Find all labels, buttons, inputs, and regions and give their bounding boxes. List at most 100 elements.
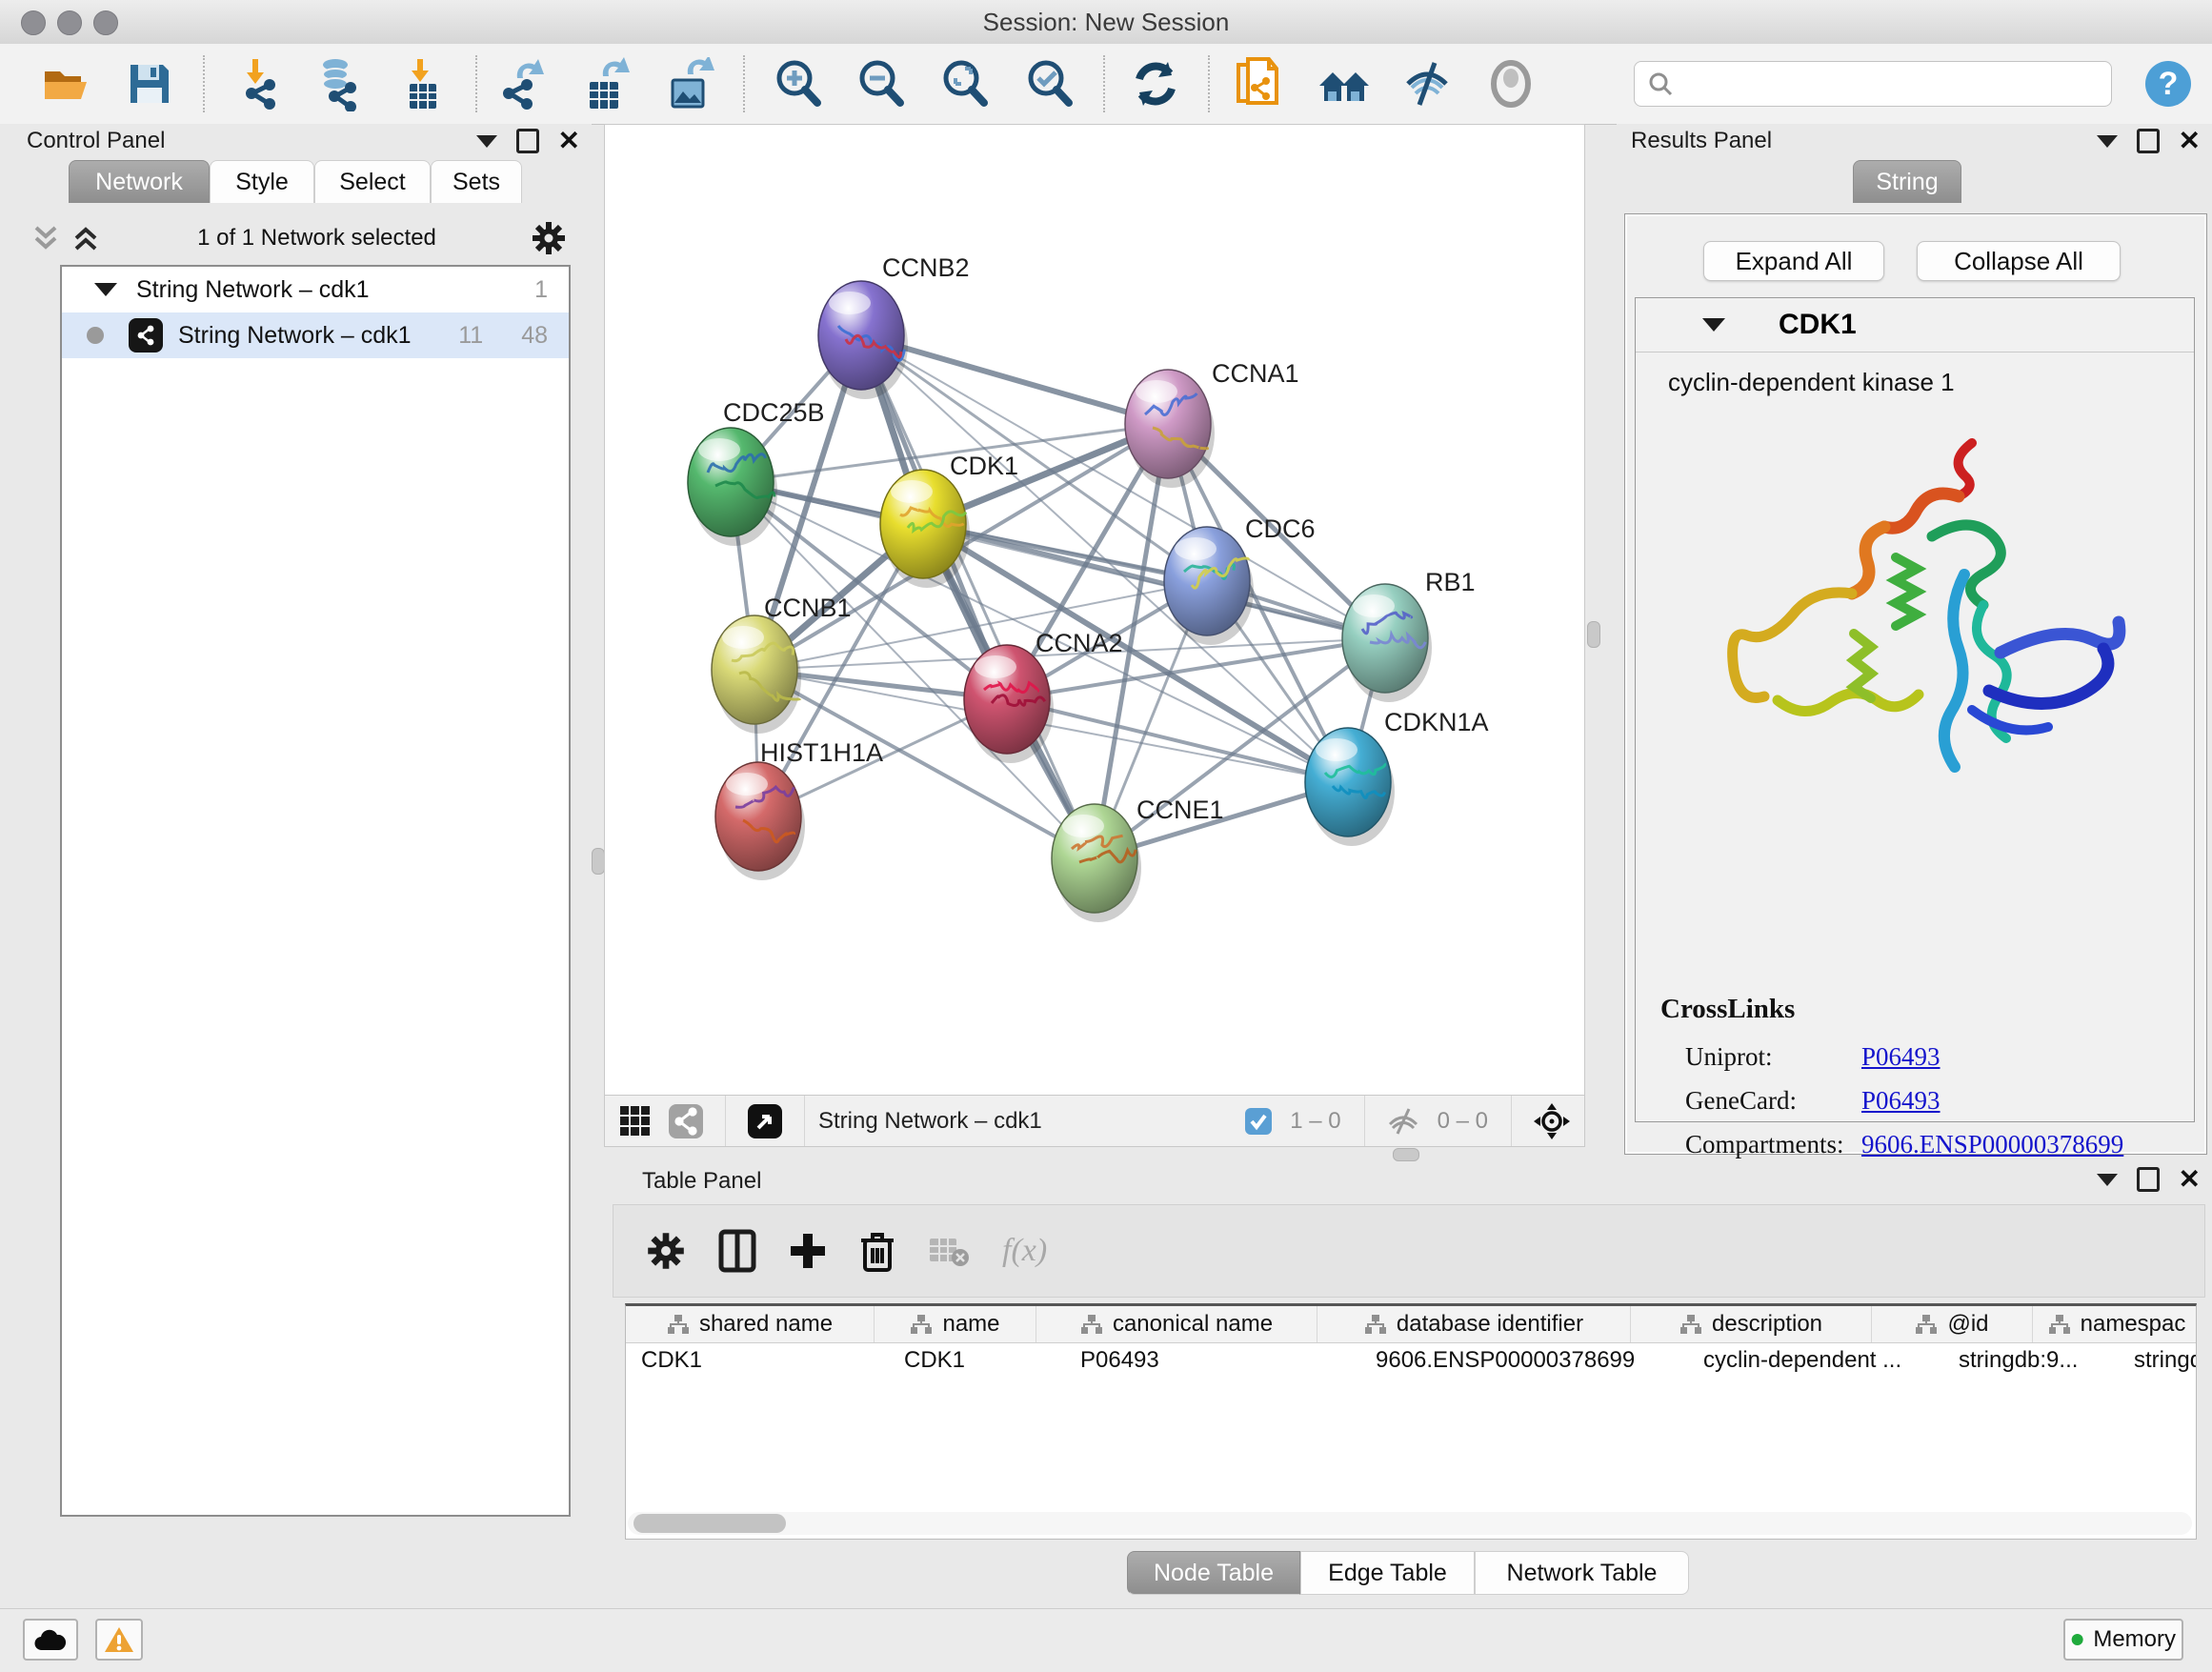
expand-all-icon[interactable] [69,222,103,254]
network-node-hist1h1a[interactable]: HIST1H1A [715,738,883,880]
hidden-eye-icon[interactable] [1386,1107,1420,1136]
disclosure-triangle-icon[interactable] [94,283,117,296]
tab-network-table[interactable]: Network Table [1475,1551,1689,1595]
collapse-all-icon[interactable] [29,222,63,254]
bottom-splitter-grip[interactable] [1393,1148,1419,1161]
table-settings-gear-icon[interactable] [646,1231,686,1271]
selected-checkbox-icon[interactable] [1244,1107,1273,1136]
zoom-in-button[interactable] [769,54,828,113]
network-canvas[interactable]: CCNB2CCNA1CDC25BCDK1CDC6RB1CCNB1CCNA2CDK… [604,124,1585,1096]
network-view-title: String Network – cdk1 [818,1108,1042,1135]
table-cell[interactable]: P06493 [1065,1343,1360,1378]
column-header-name[interactable]: name [875,1306,1036,1342]
export-table-button[interactable] [577,54,636,113]
memory-button[interactable]: Memory [2063,1619,2183,1661]
birdseye-view-icon[interactable] [747,1103,783,1139]
refresh-icon [1130,58,1181,110]
warning-status-button[interactable] [95,1619,143,1661]
zoom-selected-button[interactable] [1020,54,1079,113]
window-close-button[interactable] [21,10,46,35]
zoom-fit-button[interactable] [935,54,995,113]
network-node-ccne1[interactable]: CCNE1 [1052,796,1224,922]
column-header-@id[interactable]: @id [1872,1306,2033,1342]
import-table-button[interactable] [393,54,452,113]
control-panel-title: Control Panel [27,128,165,154]
import-network-from-database-button[interactable] [309,54,368,113]
column-header-description[interactable]: description [1631,1306,1872,1342]
zoom-out-button[interactable] [852,54,911,113]
expand-all-button[interactable]: Expand All [1703,241,1884,281]
control-panel: Control Panel ✕ NetworkStyleSelectSets 1… [0,124,592,1608]
protein-card-header[interactable]: CDK1 [1636,298,2194,353]
table-cell[interactable]: stringdb:9... [1943,1343,2119,1378]
crosshair-icon[interactable] [1533,1102,1571,1140]
table-cell[interactable]: CDK1 [889,1343,1065,1378]
crosslink-link[interactable]: 9606.ENSP00000378699 [1861,1130,2123,1159]
network-share-icon[interactable] [668,1103,704,1139]
crosslink-link[interactable]: P06493 [1861,1042,1941,1072]
network-collection-row[interactable]: String Network – cdk1 1 [62,267,569,312]
network-row[interactable]: String Network – cdk1 11 48 [62,312,569,358]
table-horizontal-scrollbar[interactable] [628,1512,2192,1535]
save-session-button[interactable] [120,54,179,113]
panel-menu-icon[interactable] [2097,135,2118,148]
left-splitter-grip[interactable] [592,848,605,875]
tab-sets[interactable]: Sets [431,160,522,203]
gear-icon[interactable] [531,220,567,256]
search-input[interactable] [1675,71,2111,97]
window-minimize-button[interactable] [57,10,82,35]
column-header-namespac[interactable]: namespac [2033,1306,2197,1342]
export-image-button[interactable] [660,54,719,113]
export-network-button[interactable] [493,54,553,113]
network-node-ccnb2[interactable]: CCNB2 [818,253,970,399]
panel-close-icon[interactable]: ✕ [2179,1170,2201,1189]
panel-close-icon[interactable]: ✕ [2179,131,2201,151]
add-column-icon[interactable] [789,1232,827,1270]
homes-button[interactable] [1315,54,1374,113]
column-header-label: database identifier [1397,1311,1583,1338]
table-cell[interactable]: stringdb [2119,1343,2197,1378]
open-session-button[interactable] [35,54,94,113]
show-columns-icon[interactable] [718,1229,756,1273]
tab-network[interactable]: Network [69,160,210,203]
table-cell[interactable]: CDK1 [626,1343,889,1378]
network-edge[interactable] [923,524,1385,638]
share-document-button[interactable] [1230,54,1289,113]
column-header-label: @id [1947,1311,1988,1338]
tab-string[interactable]: String [1853,160,1961,203]
table-row[interactable]: CDK1CDK1P064939606.ENSP00000378699cyclin… [626,1343,2196,1378]
network-node-cdkn1a[interactable]: CDKN1A [1305,708,1489,846]
tab-style[interactable]: Style [210,160,314,203]
hide-selected-button[interactable] [1398,54,1458,113]
help-button[interactable]: ? [2139,54,2198,113]
column-header-database-identifier[interactable]: database identifier [1317,1306,1631,1342]
table-cell[interactable]: 9606.ENSP00000378699 [1360,1343,1688,1378]
delete-column-icon[interactable] [859,1229,895,1273]
panel-menu-icon[interactable] [476,135,497,148]
network-edge[interactable] [861,335,1095,858]
panel-menu-icon[interactable] [2097,1174,2118,1186]
table-cell[interactable]: cyclin-dependent ... [1688,1343,1943,1378]
network-node-cdc6[interactable]: CDC6 [1164,514,1316,645]
show-all-button[interactable] [1481,54,1540,113]
tab-edge-table[interactable]: Edge Table [1300,1551,1475,1595]
grid-view-icon[interactable] [618,1104,653,1138]
panel-close-icon[interactable]: ✕ [558,131,580,151]
import-network-button[interactable] [229,54,288,113]
tab-node-table[interactable]: Node Table [1127,1551,1300,1595]
disclosure-triangle-icon[interactable] [1702,318,1725,332]
collapse-all-button[interactable]: Collapse All [1917,241,2121,281]
tab-select[interactable]: Select [314,160,431,203]
panel-float-icon[interactable] [2137,129,2160,153]
crosslink-link[interactable]: P06493 [1861,1086,1941,1116]
panel-float-icon[interactable] [2137,1167,2160,1192]
panel-float-icon[interactable] [516,129,539,153]
network-node-rb1[interactable]: RB1 [1342,568,1476,702]
scrollbar-thumb[interactable] [633,1514,786,1533]
cloud-status-button[interactable] [23,1619,78,1661]
column-header-canonical-name[interactable]: canonical name [1036,1306,1317,1342]
column-header-shared-name[interactable]: shared name [626,1306,875,1342]
window-zoom-button[interactable] [93,10,118,35]
right-splitter-grip[interactable] [1587,621,1600,648]
refresh-button[interactable] [1126,54,1185,113]
